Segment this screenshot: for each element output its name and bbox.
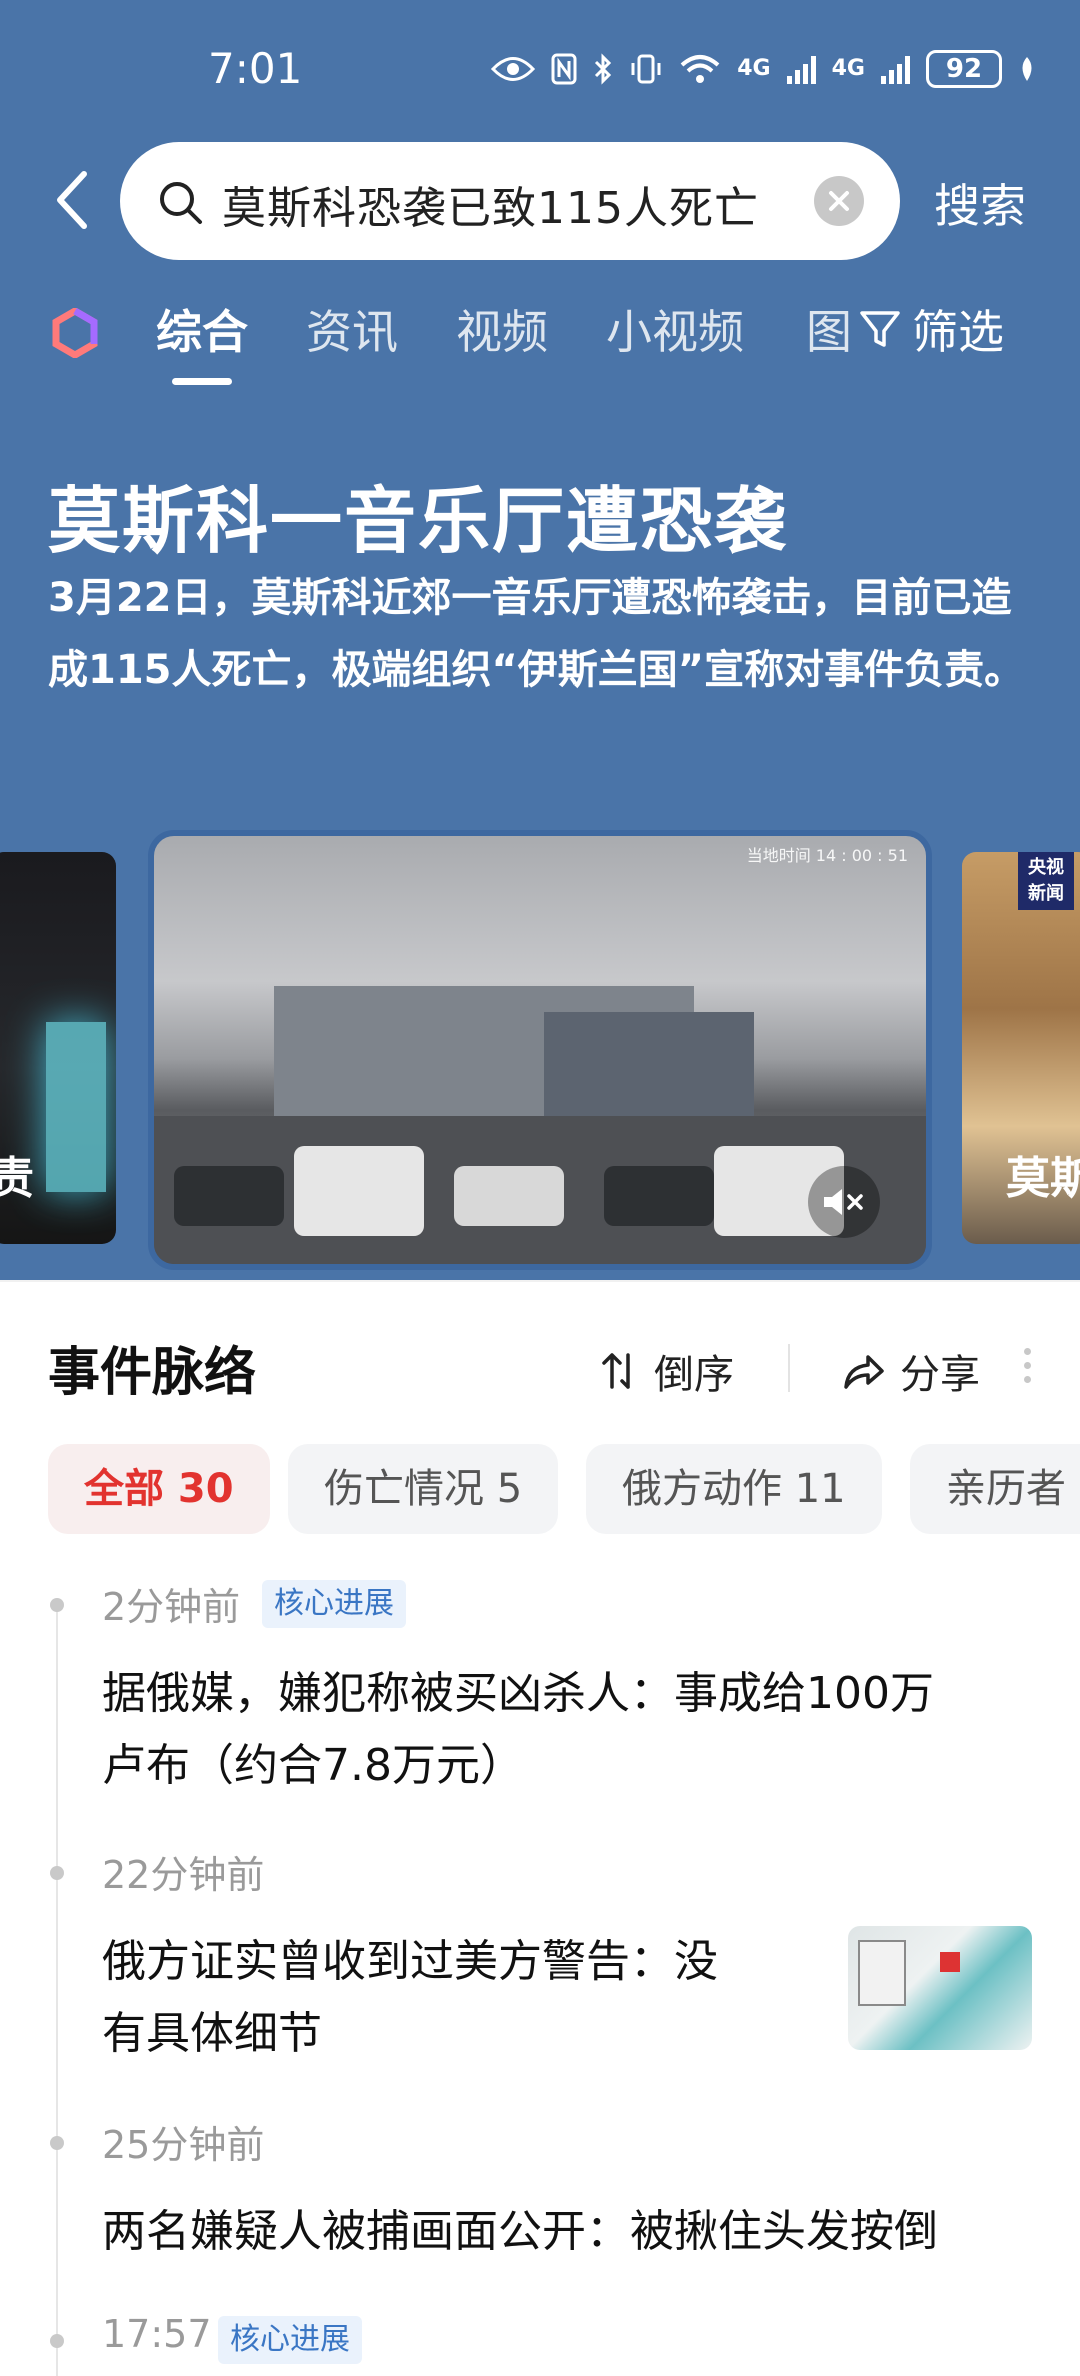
tab-images[interactable]: 图 bbox=[806, 296, 852, 362]
signal-icon bbox=[786, 54, 816, 84]
search-button[interactable]: 搜索 bbox=[934, 170, 1026, 236]
clear-icon[interactable] bbox=[814, 176, 864, 226]
tab-short-video[interactable]: 小视频 bbox=[606, 296, 744, 362]
headline-line: 俄方证实曾收到过美方警告：没 bbox=[102, 1936, 718, 1987]
timeline-time: 17:57 bbox=[102, 2312, 212, 2356]
core-progress-badge: 核心进展 bbox=[262, 1580, 406, 1628]
headline-line: 两名嫌疑人被捕画面公开：被揪住头发按倒 bbox=[102, 2206, 938, 2257]
sort-label: 倒序 bbox=[654, 1352, 734, 1398]
filter-chip-witnesses[interactable]: 亲历者 bbox=[910, 1444, 1080, 1534]
timeline-time: 2分钟前 bbox=[102, 1585, 241, 1629]
vibrate-icon bbox=[631, 54, 661, 84]
video-card-caption: 莫斯 bbox=[1006, 1153, 1080, 1204]
logo-line-2: 新闻 bbox=[1028, 883, 1064, 904]
search-tabs: 综合 资讯 视频 小视频 图 筛选 bbox=[0, 296, 1080, 396]
timeline-dot bbox=[50, 1866, 64, 1880]
video-frame-building bbox=[544, 1012, 754, 1116]
video-card-previous[interactable]: 责 bbox=[0, 852, 116, 1244]
filter-icon bbox=[860, 311, 900, 347]
more-icon[interactable] bbox=[1024, 1348, 1034, 1388]
video-frame-car bbox=[174, 1166, 284, 1226]
mute-icon bbox=[824, 1189, 863, 1215]
nfc-icon bbox=[551, 53, 577, 85]
timeline-headline: 俄方证实曾收到过美方警告：没 有具体细节 bbox=[102, 1926, 718, 2070]
eye-icon bbox=[491, 57, 536, 81]
logo-line-1: 央视 bbox=[1028, 857, 1064, 878]
share-button[interactable]: 分享 bbox=[842, 1342, 980, 1400]
sort-button[interactable]: 倒序 bbox=[600, 1342, 734, 1400]
share-icon bbox=[844, 1355, 884, 1389]
tab-news[interactable]: 资讯 bbox=[306, 296, 398, 362]
tab-video[interactable]: 视频 bbox=[456, 296, 548, 362]
timeline-dot bbox=[50, 2334, 64, 2348]
filter-chip-casualties[interactable]: 伤亡情况 5 bbox=[288, 1444, 559, 1534]
share-label: 分享 bbox=[900, 1352, 980, 1398]
search-icon bbox=[160, 182, 202, 224]
tab-comprehensive[interactable]: 综合 bbox=[156, 296, 248, 362]
timeline-time: 22分钟前 bbox=[102, 1853, 265, 1897]
bluetooth-icon bbox=[595, 53, 612, 85]
video-frame-car bbox=[454, 1166, 564, 1226]
filter-button[interactable]: 筛选 bbox=[858, 296, 1004, 362]
timeline-line bbox=[56, 1608, 58, 2376]
video-card-next[interactable]: 央视 新闻 莫斯 bbox=[962, 852, 1080, 1244]
search-input[interactable]: 莫斯科恐袭已致115人死亡 bbox=[120, 142, 900, 260]
app-logo-icon bbox=[52, 308, 98, 358]
headline-line: 据俄媒，嫌犯称被买凶杀人：事成给100万 bbox=[102, 1668, 934, 1719]
building-lights bbox=[46, 1022, 106, 1192]
filter-chip-russia-actions[interactable]: 俄方动作 11 bbox=[586, 1444, 882, 1534]
timeline-dot bbox=[50, 1598, 64, 1612]
toolbar-divider bbox=[788, 1344, 790, 1392]
timeline-headline: 据俄媒，嫌犯称被买凶杀人：事成给100万 卢布（约合7.8万元） bbox=[102, 1658, 934, 1802]
video-card-caption: 责 bbox=[0, 1153, 34, 1204]
sort-icon bbox=[602, 1353, 630, 1389]
network-type-2: 4G bbox=[831, 56, 865, 81]
map-inset bbox=[858, 1940, 906, 2006]
video-watermark: 当地时间 14 : 00 : 51 bbox=[746, 846, 908, 865]
signal-icon-2 bbox=[881, 54, 910, 84]
video-player[interactable]: 当地时间 14 : 00 : 51 bbox=[148, 830, 932, 1270]
section-divider bbox=[0, 1280, 1080, 1282]
filter-chip-all[interactable]: 全部 30 bbox=[48, 1444, 270, 1534]
timeline-time: 25分钟前 bbox=[102, 2123, 265, 2167]
status-time: 7:01 bbox=[208, 44, 303, 93]
filter-label: 筛选 bbox=[912, 305, 1004, 359]
battery-indicator: 92 bbox=[926, 50, 1002, 88]
status-bar: 7:01 4G 4G 92 bbox=[0, 0, 1080, 130]
map-marker bbox=[940, 1952, 960, 1972]
search-query: 莫斯科恐袭已致115人死亡 bbox=[222, 183, 759, 234]
network-type-1: 4G bbox=[737, 56, 771, 81]
map-thumbnail bbox=[848, 1926, 1032, 2050]
topic-summary: 3月22日，莫斯科近郊一音乐厅遭恐怖袭击，目前已造成115人死亡，极端组织“伊斯… bbox=[48, 575, 1025, 693]
cctv-news-logo: 央视 新闻 bbox=[1018, 852, 1074, 910]
timeline-headline: 两名嫌疑人被捕画面公开：被揪住头发按倒 bbox=[102, 2196, 938, 2268]
core-progress-badge: 核心进展 bbox=[218, 2316, 362, 2364]
status-icons: 4G 4G 92 bbox=[491, 50, 1036, 88]
mute-button[interactable] bbox=[808, 1166, 880, 1238]
section-title: 事件脉络 bbox=[48, 1343, 257, 1403]
back-icon[interactable] bbox=[44, 160, 104, 240]
video-frame-van bbox=[294, 1146, 424, 1236]
wifi-icon bbox=[680, 55, 720, 83]
active-tab-indicator bbox=[172, 378, 232, 385]
video-frame-car bbox=[604, 1166, 714, 1226]
timeline-dot bbox=[50, 2136, 64, 2150]
leaf-icon bbox=[1022, 57, 1032, 81]
headline-line: 有具体细节 bbox=[102, 2008, 322, 2059]
headline-line: 卢布（约合7.8万元） bbox=[102, 1740, 524, 1791]
topic-title: 莫斯科一音乐厅遭恐袭 bbox=[48, 479, 789, 563]
